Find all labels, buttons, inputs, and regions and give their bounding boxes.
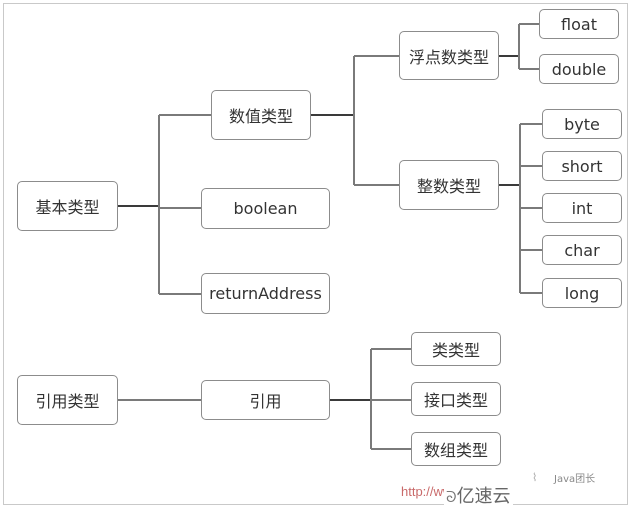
node-label: byte <box>564 114 600 134</box>
node-boolean: boolean <box>201 188 330 229</box>
node-class-type: 类类型 <box>411 332 501 366</box>
node-label: 浮点数类型 <box>408 47 489 67</box>
node-long: long <box>542 278 622 308</box>
wechat-icon: ⌇ <box>532 471 538 484</box>
node-label: short <box>561 156 603 176</box>
cloud-logo-icon: ᘐ <box>446 488 457 506</box>
node-label: 类类型 <box>431 341 480 360</box>
node-label: 整数类型 <box>416 177 481 196</box>
node-label: 数组类型 <box>423 441 488 460</box>
node-return-address: returnAddress <box>201 273 330 314</box>
node-label: int <box>571 198 593 218</box>
node-double: double <box>539 54 619 84</box>
node-label: long <box>564 283 600 303</box>
node-label: 接口类型 <box>423 391 488 410</box>
node-char: char <box>542 235 622 265</box>
node-reference: 引用 <box>201 380 330 420</box>
node-array-type: 数组类型 <box>411 432 501 466</box>
watermark-brand: ᘐ亿速云 <box>444 482 513 508</box>
node-numeric-types: 数值类型 <box>211 90 311 140</box>
node-primitive-types: 基本类型 <box>17 181 118 231</box>
node-integral-types: 整数类型 <box>399 160 499 210</box>
node-label: float <box>561 14 597 34</box>
node-label: double <box>551 59 607 79</box>
node-label: 基本类型 <box>35 198 100 217</box>
node-floating-types: 浮点数类型 <box>399 31 499 80</box>
node-int: int <box>542 193 622 223</box>
node-float: float <box>539 9 619 39</box>
node-label: 数值类型 <box>228 107 293 126</box>
node-label: 引用类型 <box>35 392 100 411</box>
node-short: short <box>542 151 622 181</box>
node-label: char <box>564 240 600 260</box>
node-byte: byte <box>542 109 622 139</box>
node-interface-type: 接口类型 <box>411 382 501 416</box>
node-label: boolean <box>233 199 298 218</box>
node-label: returnAddress <box>209 284 322 303</box>
watermark-small-text: Java团长 <box>554 474 596 485</box>
brand-name: 亿速云 <box>456 486 511 507</box>
node-reference-types: 引用类型 <box>17 375 118 425</box>
node-label: 引用 <box>249 392 282 411</box>
